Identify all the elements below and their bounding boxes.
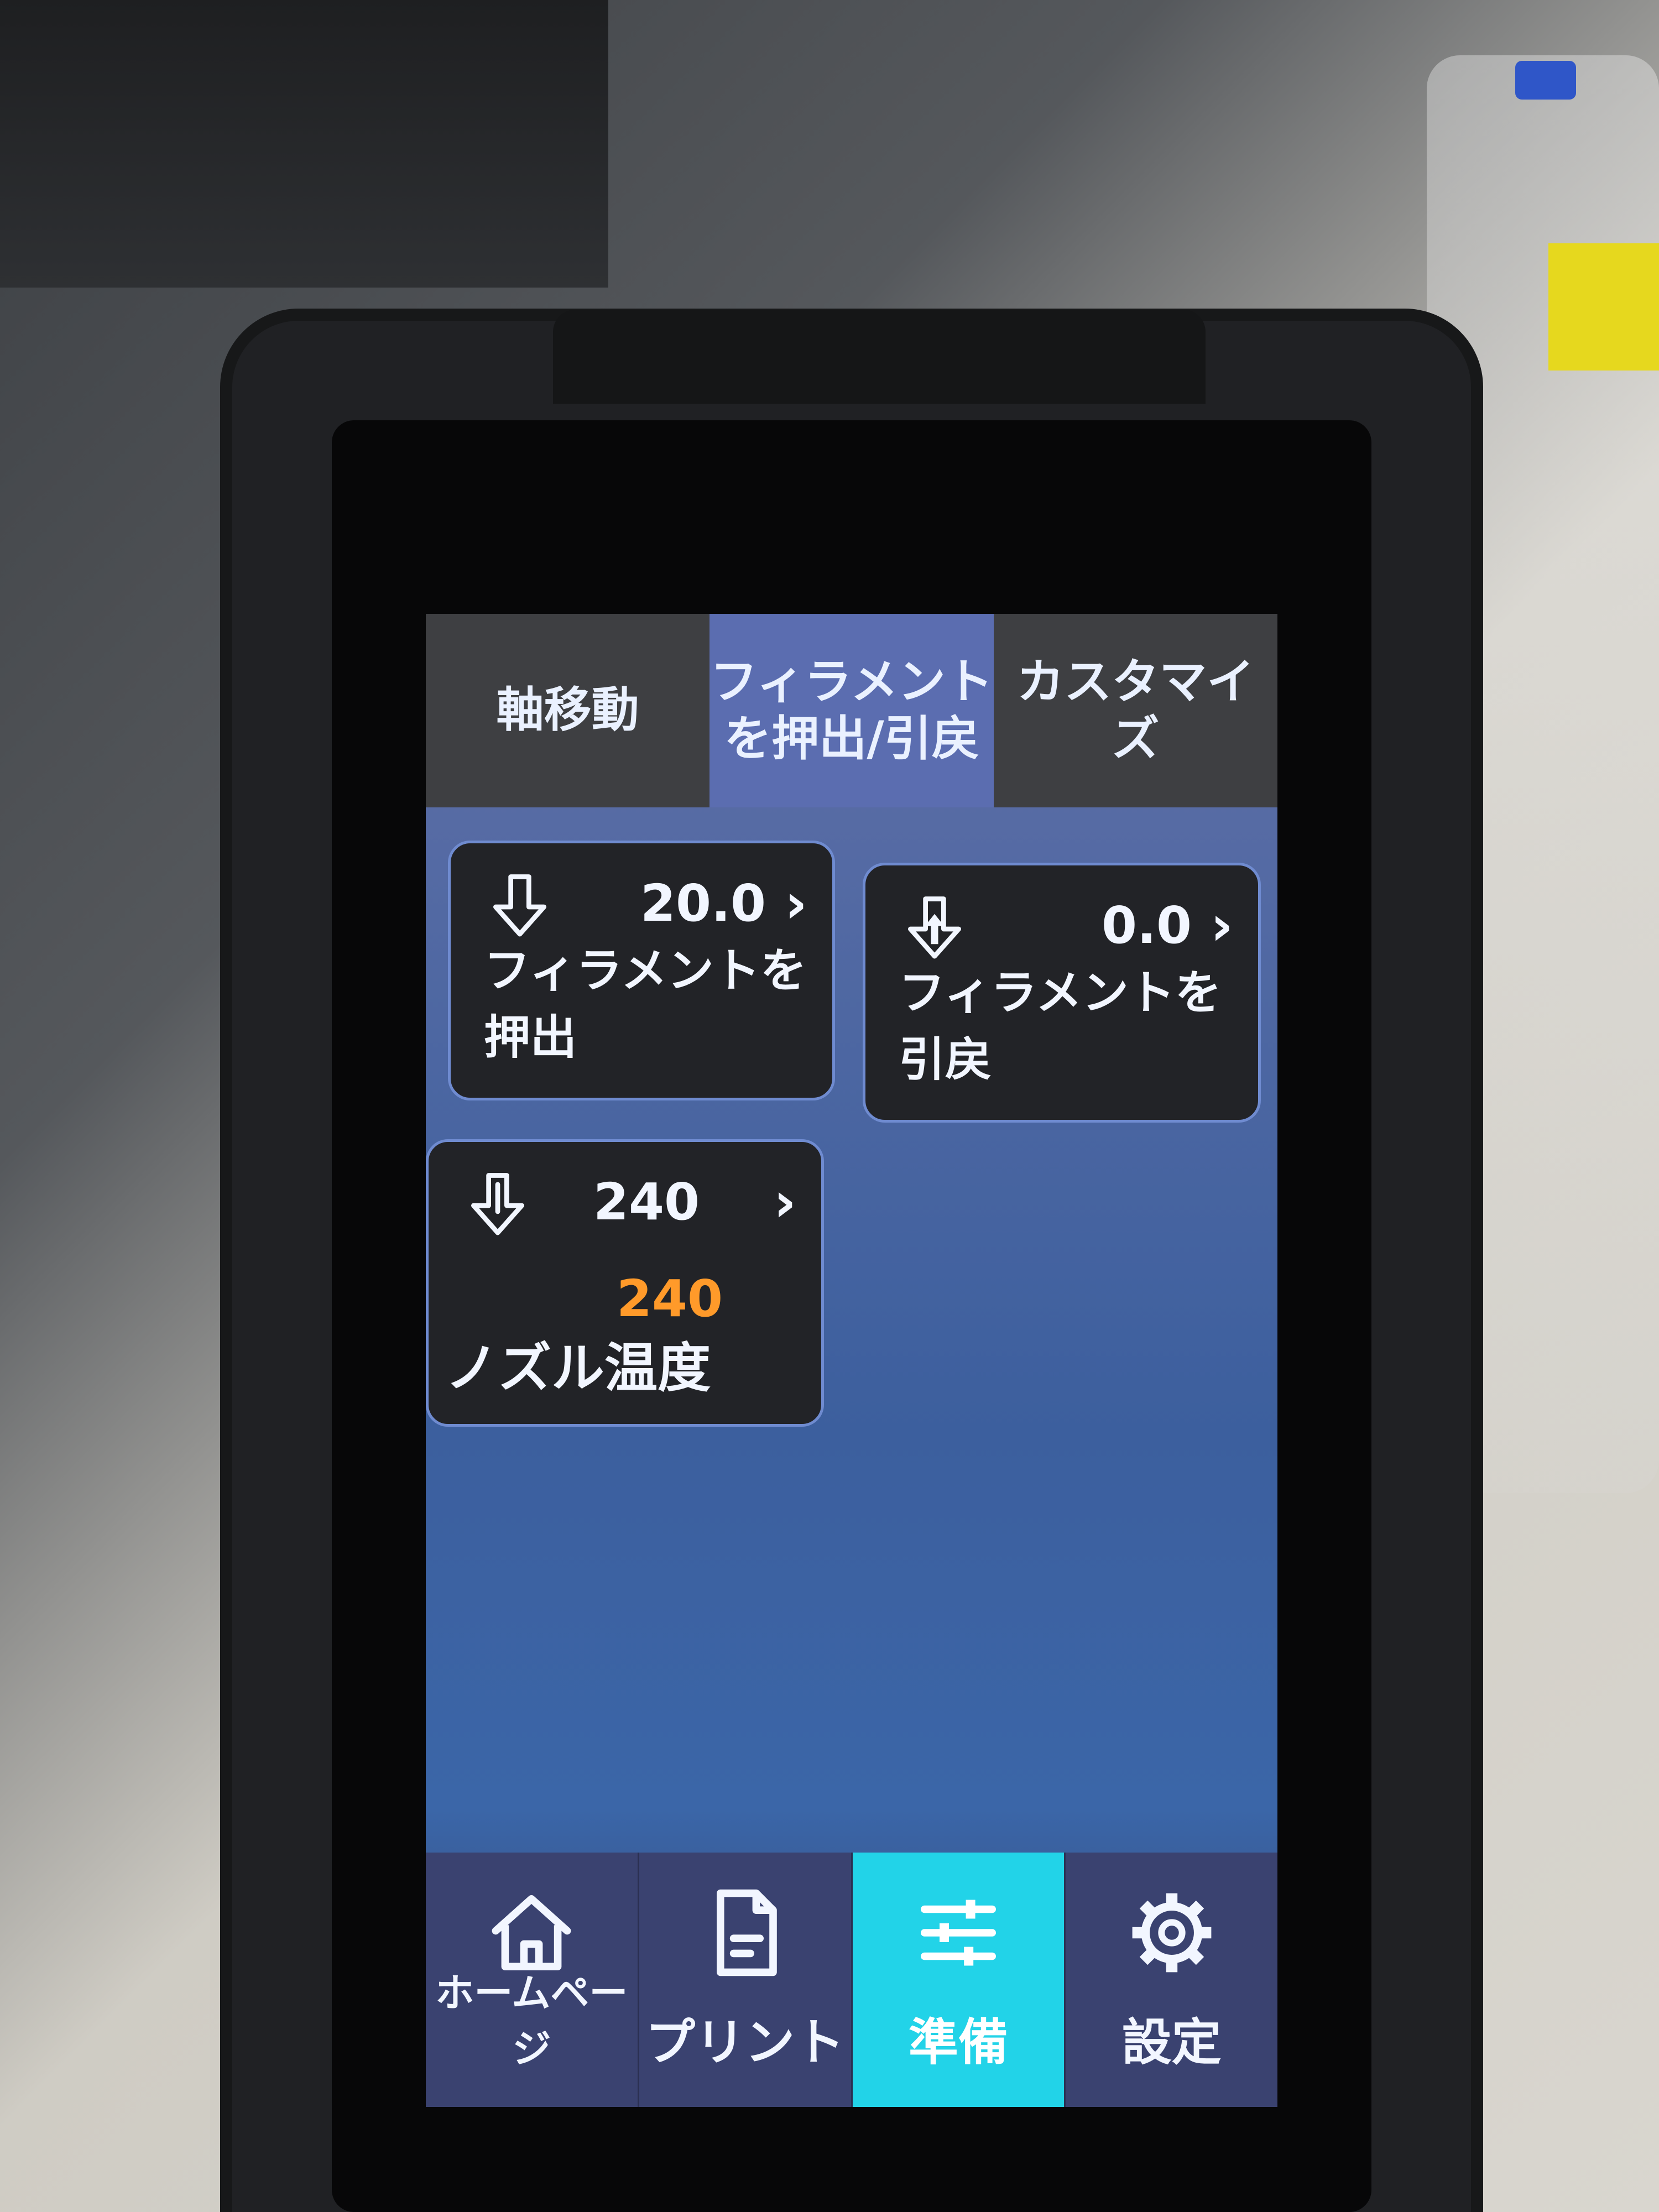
chevron-right-icon: › [784,871,807,936]
extrude-label: フィラメントを押出 [484,943,807,1065]
tab-customize[interactable]: カスタマイズ [994,614,1277,807]
tab-axis-move-label: 軸移動 [496,682,639,738]
nozzle-temperature-label: ノズル温度 [445,1337,711,1399]
chevron-right-icon: › [1210,893,1233,958]
nav-settings-label: 設定 [1121,2013,1222,2072]
chevron-right-icon: › [773,1170,796,1234]
touch-screen: 軸移動 フィラメント を押出/引戻 カスタマイズ 20.0 › フィラメントを押… [426,614,1277,2107]
nozzle-temperature-card[interactable]: 240 › 240 ノズル温度 [426,1139,824,1427]
nav-home[interactable]: ホームページ [426,1853,639,2107]
tab-customize-label: カスタマイズ [1016,654,1255,766]
retract-card[interactable]: 0.0 › フィラメントを引戻 [863,863,1261,1123]
arrow-up-icon [908,896,961,959]
device-top-ridge [553,310,1206,404]
tab-bar: 軸移動 フィラメント を押出/引戻 カスタマイズ [426,614,1277,807]
nav-print-label: プリント [645,2013,845,2072]
background-shelf [0,0,608,288]
nav-prepare-label: 準備 [908,2013,1008,2072]
bottom-nav: ホームページ プリント 準備 設定 [426,1853,1277,2107]
sliders-icon [920,1900,996,1966]
file-icon [717,1889,777,1976]
gear-icon [1132,1893,1212,1973]
retract-amount-value: 0.0 [1102,896,1192,955]
tab-filament-extrude-retract[interactable]: フィラメント を押出/引戻 [709,614,994,807]
background-yellow-tag [1548,243,1659,371]
nav-prepare[interactable]: 準備 [852,1853,1066,2107]
nozzle-target-temp: 240 [593,1172,700,1232]
extrude-card[interactable]: 20.0 › フィラメントを押出 [448,841,835,1100]
nozzle-current-temp: 240 [617,1269,723,1328]
background-bottle-cap [1515,61,1576,100]
tab-axis-move[interactable]: 軸移動 [426,614,709,807]
nav-settings[interactable]: 設定 [1066,1853,1277,2107]
nav-home-label: ホームページ [435,1970,628,2072]
tab-filament-label: フィラメント を押出/引戻 [710,654,993,766]
nav-print[interactable]: プリント [639,1853,853,2107]
arrow-down-icon [493,874,546,937]
extrude-amount-value: 20.0 [640,874,766,933]
retract-label: フィラメントを引戻 [899,966,1222,1087]
thermometer-icon [471,1173,524,1235]
